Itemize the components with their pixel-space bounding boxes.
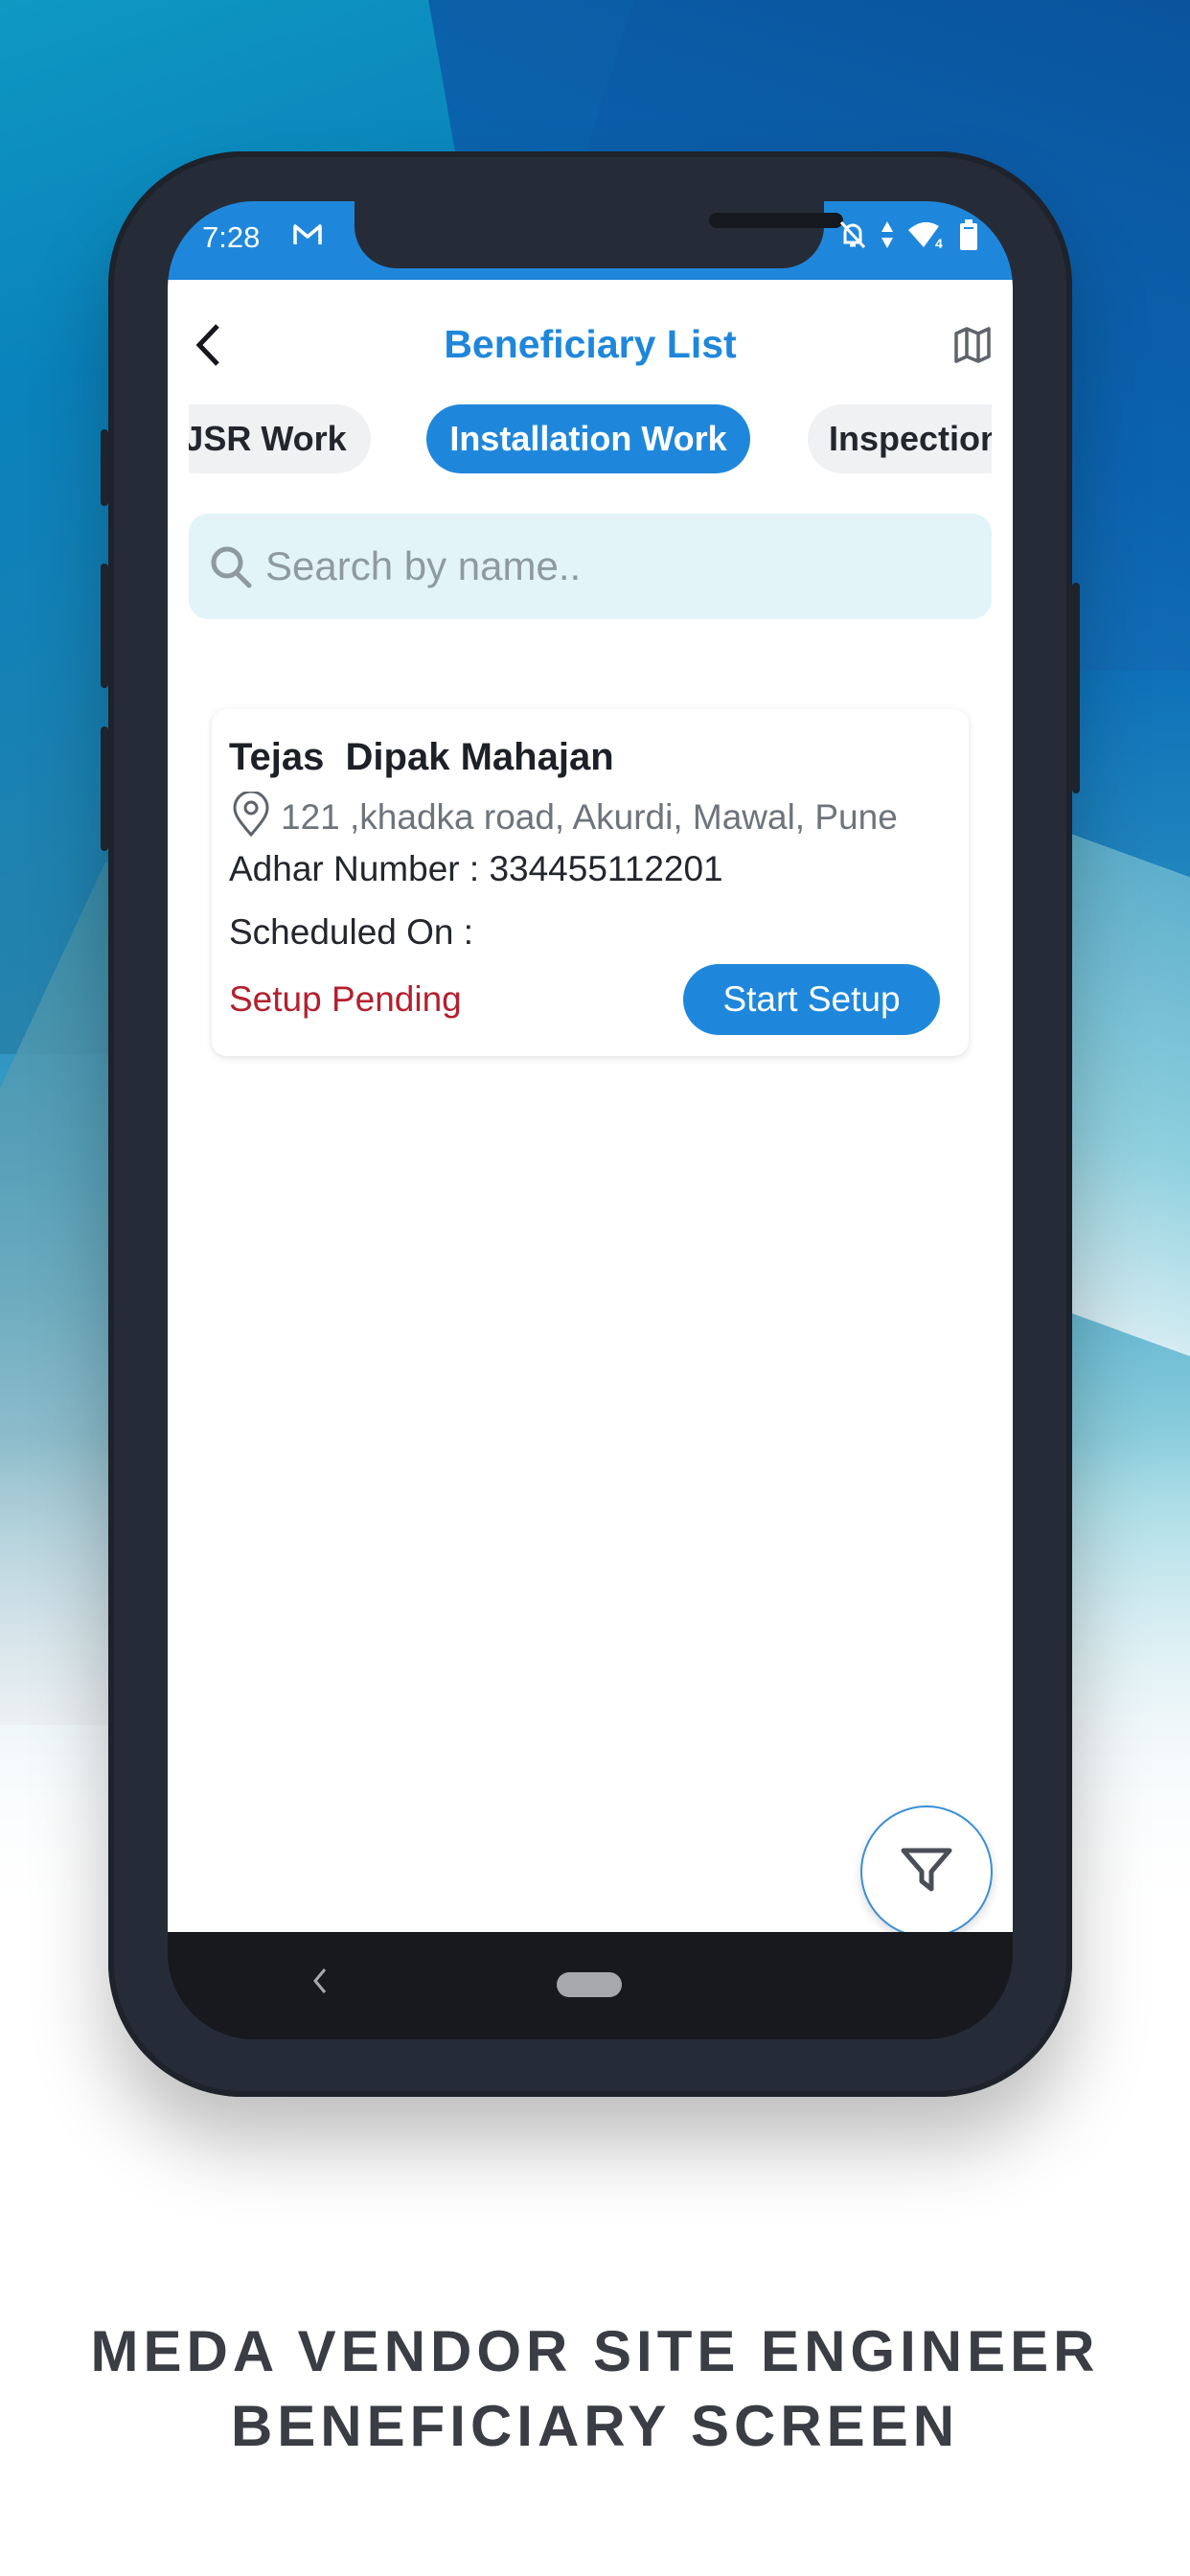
beneficiary-card[interactable]: Tejas Dipak Mahajan 121 ,khadka road, Ak… (212, 709, 969, 1056)
filter-button[interactable] (860, 1806, 993, 1938)
top-app-bar: Beneficiary List (168, 280, 1013, 414)
side-button (101, 429, 108, 506)
adhar-number: Adhar Number : 334455112201 (229, 849, 723, 888)
beneficiary-name: Tejas Dipak Mahajan (229, 736, 614, 778)
status-badge: Setup Pending (229, 979, 462, 1019)
nav-home-button[interactable] (557, 1972, 622, 1997)
caption-line-1: MEDA VENDOR SITE ENGINEER (90, 2319, 1100, 2383)
tab-jsr-work[interactable]: JSR Work (189, 404, 371, 473)
start-setup-button[interactable]: Start Setup (683, 964, 940, 1035)
page-title: Beneficiary List (444, 322, 737, 366)
status-time: 7:28 (202, 220, 261, 254)
tab-installation-work[interactable]: Installation Work (426, 404, 750, 473)
map-button[interactable] (953, 326, 995, 368)
tab-label: Installation Work (449, 419, 727, 458)
status-bar: 7:28 4 (168, 201, 1013, 280)
beneficiary-address: 121 ,khadka road, Akurdi, Mawal, Pune (229, 790, 898, 842)
notch (355, 201, 843, 268)
address-text: 121 ,khadka road, Akurdi, Mawal, Pune (281, 796, 898, 837)
filter-icon (898, 1841, 955, 1903)
map-icon (953, 327, 992, 368)
tab-bar: JSR Work Installation Work Inspection (189, 395, 992, 481)
speaker (709, 213, 843, 228)
wifi-icon: 4 (907, 220, 946, 254)
power-button (1072, 583, 1080, 794)
system-nav-bar (168, 1932, 1013, 2039)
search-bar (189, 514, 992, 619)
gmail-icon (292, 222, 323, 254)
search-input[interactable] (263, 542, 976, 590)
caption-line-2: BENEFICIARY SCREEN (230, 2394, 960, 2458)
notifications-off-icon (838, 219, 867, 255)
promo-caption: MEDA VENDOR SITE ENGINEER BENEFICIARY SC… (0, 2314, 1190, 2464)
app-screen: Beneficiary List JSR Work Installation W… (168, 280, 1013, 1938)
data-arrows-icon (881, 220, 894, 254)
side-button (101, 564, 108, 688)
tab-inspection[interactable]: Inspection (808, 404, 992, 473)
phone-frame: 7:28 4 Beneficiary List JSR Work Install… (101, 151, 1080, 2097)
scheduled-on: Scheduled On : (229, 912, 474, 952)
side-button (101, 726, 108, 851)
search-icon (208, 543, 254, 589)
location-pin-icon (229, 790, 273, 842)
nav-back-button[interactable] (311, 1966, 329, 2000)
battery-icon (959, 218, 978, 256)
tab-label: JSR Work (189, 419, 347, 458)
svg-text:4: 4 (935, 236, 943, 249)
tab-label: Inspection (829, 419, 992, 458)
status-icons: 4 (838, 218, 978, 256)
phone-screen: 7:28 4 Beneficiary List JSR Work Install… (168, 201, 1013, 2039)
